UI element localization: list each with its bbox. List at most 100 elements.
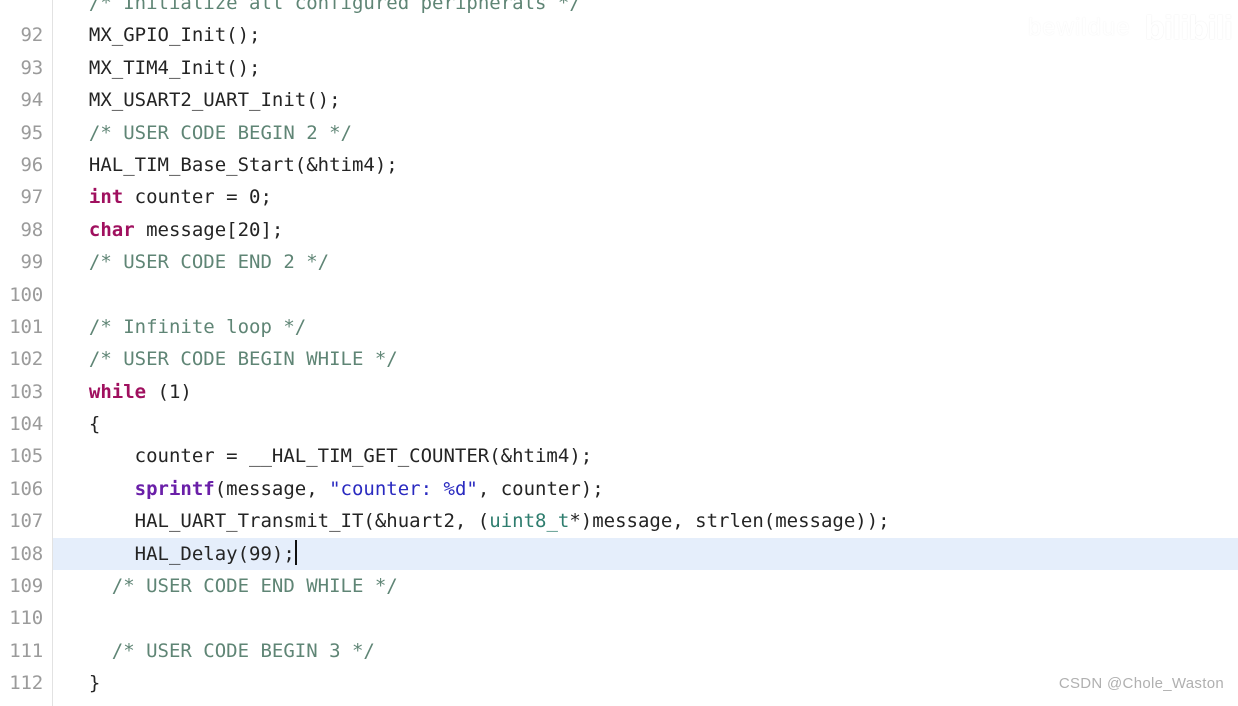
line-number: 98 [0, 213, 52, 247]
code-editor[interactable]: /* Initialize all configured peripherals… [0, 0, 1238, 706]
code-token: *)message, strlen(message)); [569, 510, 890, 533]
code-line-text[interactable]: /* USER CODE BEGIN 2 */ [52, 117, 1238, 149]
code-line-text[interactable]: /* USER CODE BEGIN WHILE */ [52, 343, 1238, 375]
code-token: /* USER CODE END 2 */ [88, 251, 330, 274]
code-line[interactable]: 112 } [0, 667, 1238, 700]
code-line[interactable]: 94 MX_USART2_UART_Init(); [0, 84, 1238, 117]
line-number: 94 [0, 84, 52, 117]
code-line[interactable]: 100 [0, 278, 1238, 311]
code-line-text[interactable]: MX_TIM4_Init(); [52, 52, 1238, 84]
code-line[interactable]: 105 counter = __HAL_TIM_GET_COUNTER(&hti… [0, 440, 1238, 473]
code-token: /* Initialize all configured peripherals… [88, 0, 581, 14]
code-line-text[interactable]: /* USER CODE BEGIN 3 */ [52, 635, 1238, 667]
code-line-text[interactable]: MX_USART2_UART_Init(); [52, 84, 1238, 116]
code-token: , counter); [477, 477, 604, 500]
code-token: MX_GPIO_Init(); [66, 24, 261, 47]
code-line-text[interactable]: /* USER CODE END WHILE */ [52, 570, 1238, 602]
code-line-text[interactable]: while (1) [52, 376, 1238, 408]
code-line[interactable]: 107 HAL_UART_Transmit_IT(&huart2, (uint8… [0, 505, 1238, 538]
line-number: 93 [0, 51, 52, 85]
code-line[interactable]: 108 HAL_Delay(99); [0, 537, 1238, 571]
code-line-text[interactable]: char message[20]; [52, 214, 1238, 246]
line-number: 112 [0, 667, 52, 700]
line-number: 100 [0, 278, 52, 311]
code-line[interactable]: /* Initialize all configured peripherals… [0, 0, 1238, 19]
code-token: counter = __HAL_TIM_GET_COUNTER(&htim4); [66, 445, 593, 468]
code-line[interactable]: 92 MX_GPIO_Init(); [0, 19, 1238, 52]
line-number: 108 [0, 537, 52, 571]
line-number: 109 [0, 570, 52, 603]
code-token: MX_USART2_UART_Init(); [66, 89, 341, 112]
code-line[interactable]: 97 int counter = 0; [0, 181, 1238, 214]
code-line[interactable]: 101 /* Infinite loop */ [0, 310, 1238, 344]
line-number: 104 [0, 408, 52, 441]
code-line-text[interactable]: /* Infinite loop */ [52, 311, 1238, 343]
code-token: counter = 0; [123, 186, 272, 209]
line-number: 101 [0, 310, 52, 344]
line-number: 96 [0, 148, 52, 182]
code-token: sprintf [134, 477, 215, 500]
code-lines-container: /* Initialize all configured peripherals… [0, 0, 1238, 706]
code-token: HAL_Delay(99); [66, 542, 295, 565]
text-cursor [294, 539, 297, 565]
code-token: "counter: %d" [329, 477, 478, 500]
code-line[interactable]: 99 /* USER CODE END 2 */ [0, 246, 1238, 279]
code-line[interactable]: 110 [0, 602, 1238, 635]
code-line[interactable]: 109 /* USER CODE END WHILE */ [0, 570, 1238, 603]
code-line[interactable]: 96 HAL_TIM_Base_Start(&htim4); [0, 148, 1238, 182]
code-token: /* USER CODE BEGIN WHILE */ [88, 348, 398, 371]
code-token: /* USER CODE BEGIN 3 */ [111, 639, 375, 662]
line-number: 99 [0, 246, 52, 279]
code-line[interactable]: 111 /* USER CODE BEGIN 3 */ [0, 634, 1238, 668]
code-line-text[interactable]: /* USER CODE END 3 */ [52, 700, 1238, 706]
code-line-text[interactable]: /* USER CODE END 2 */ [52, 246, 1238, 278]
code-token: MX_TIM4_Init(); [66, 56, 261, 79]
line-number: 110 [0, 602, 52, 635]
code-line[interactable]: 103 while (1) [0, 375, 1238, 409]
code-token: /* Infinite loop */ [88, 315, 307, 338]
code-token: { [66, 413, 101, 436]
line-number: 113 [0, 699, 52, 706]
code-line[interactable]: 98 char message[20]; [0, 213, 1238, 247]
code-line-text[interactable]: HAL_TIM_Base_Start(&htim4); [52, 149, 1238, 181]
line-number: 107 [0, 505, 52, 538]
code-line[interactable]: 95 /* USER CODE BEGIN 2 */ [0, 116, 1238, 149]
line-number: 105 [0, 440, 52, 473]
code-line-text[interactable]: HAL_Delay(99); [52, 538, 1238, 570]
line-number: 92 [0, 19, 52, 52]
code-line-text[interactable]: } [52, 667, 1238, 699]
code-line-text[interactable]: sprintf(message, "counter: %d", counter)… [52, 473, 1238, 505]
line-number: 97 [0, 181, 52, 214]
code-line-text[interactable]: counter = __HAL_TIM_GET_COUNTER(&htim4); [52, 440, 1238, 472]
code-token: char [88, 218, 135, 241]
line-number: 103 [0, 375, 52, 409]
code-line-text[interactable]: /* Initialize all configured peripherals… [52, 0, 1238, 19]
code-token: /* USER CODE BEGIN 2 */ [88, 121, 352, 144]
code-line[interactable]: 102 /* USER CODE BEGIN WHILE */ [0, 343, 1238, 376]
code-line-text[interactable]: { [52, 408, 1238, 440]
code-line[interactable]: 113 /* USER CODE END 3 */ [0, 699, 1238, 706]
code-token: while [88, 380, 147, 403]
code-token: int [88, 186, 124, 209]
line-number: 95 [0, 116, 52, 149]
code-token: /* USER CODE END WHILE */ [111, 575, 398, 598]
code-line-text[interactable]: MX_GPIO_Init(); [52, 19, 1238, 51]
code-line-text[interactable]: HAL_UART_Transmit_IT(&huart2, (uint8_t*)… [52, 505, 1238, 537]
code-token: uint8_t [489, 510, 570, 533]
code-token: HAL_UART_Transmit_IT(&huart2, ( [66, 510, 490, 533]
code-line[interactable]: 106 sprintf(message, "counter: %d", coun… [0, 472, 1238, 506]
code-line[interactable]: 93 MX_TIM4_Init(); [0, 51, 1238, 85]
code-line[interactable]: 104 { [0, 408, 1238, 441]
code-line-text[interactable]: int counter = 0; [52, 181, 1238, 213]
line-number: 111 [0, 634, 52, 668]
